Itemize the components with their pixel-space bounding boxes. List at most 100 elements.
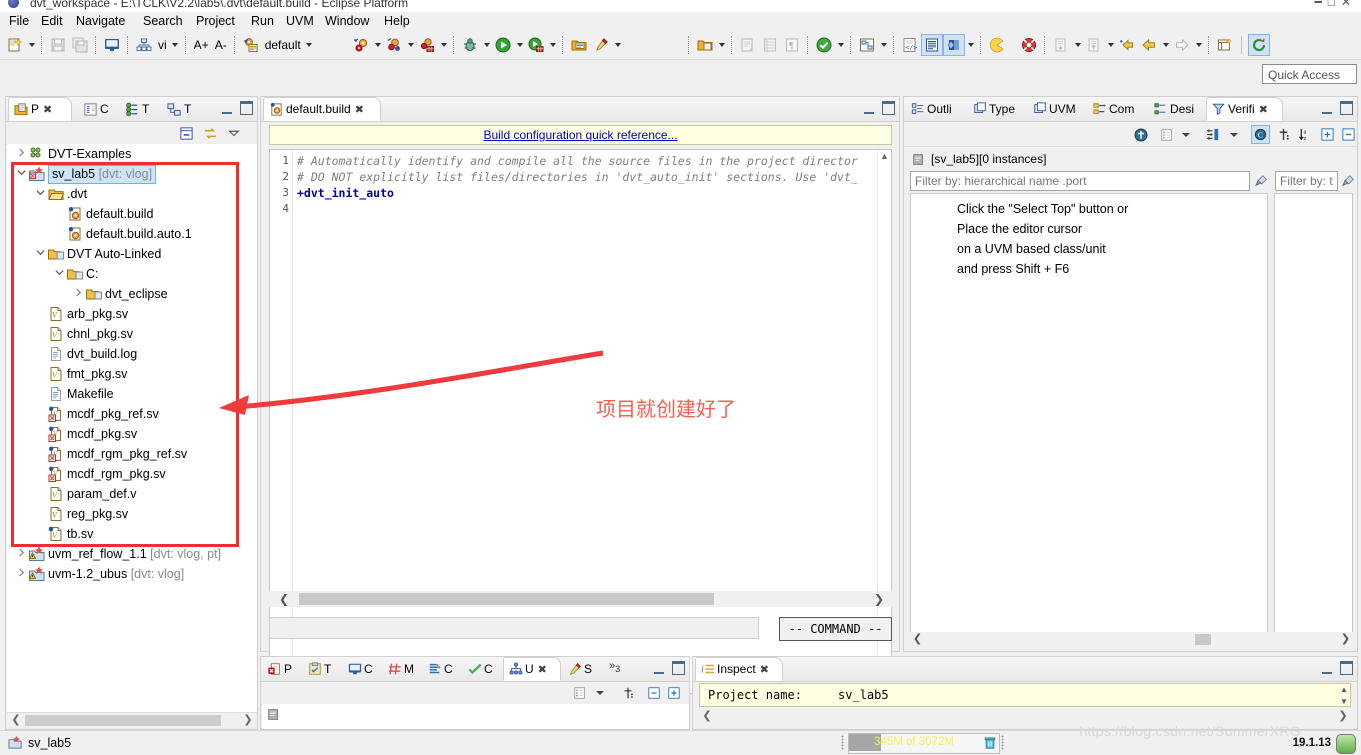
lifebuoy-icon[interactable]: [1018, 34, 1040, 56]
tab-types[interactable]: Type: [968, 98, 1024, 120]
scroll-up-icon[interactable]: ▲: [878, 150, 891, 163]
tree-item[interactable]: Vtb.sv: [7, 524, 257, 544]
debug-dropdown-icon[interactable]: [481, 35, 492, 55]
tab-design[interactable]: Desi: [1149, 98, 1202, 120]
maximize-icon[interactable]: [882, 101, 895, 115]
quick-reference-link[interactable]: Build configuration quick reference...: [483, 128, 677, 142]
build-config-dropdown-icon[interactable]: [304, 35, 315, 55]
build-config-label[interactable]: default: [262, 38, 304, 52]
verification-hierarchy-content[interactable]: Click the "Select Top" button or Place t…: [910, 193, 1268, 633]
minimize-icon[interactable]: [654, 663, 664, 674]
scroll-right-icon[interactable]: ❯: [1338, 632, 1353, 647]
scroll-left-icon[interactable]: ❮: [910, 632, 925, 647]
menu-run[interactable]: Run: [246, 14, 279, 29]
build-dropdown-icon[interactable]: [372, 35, 383, 55]
minimize-icon[interactable]: [1322, 103, 1332, 114]
twisty-collapsed-icon[interactable]: [72, 284, 85, 304]
source-icon[interactable]: </>: [899, 34, 921, 56]
build-config-icon[interactable]: [240, 34, 262, 56]
project-explorer-window-buttons[interactable]: [222, 101, 253, 115]
inspect-content[interactable]: Project name: sv_lab5: [699, 683, 1351, 707]
sort-az-icon[interactable]: az: [1296, 125, 1315, 144]
minimize-icon[interactable]: [1322, 663, 1332, 674]
tree-item[interactable]: Makefile: [7, 384, 257, 404]
diagram-icon[interactable]: [856, 34, 878, 56]
menu-help[interactable]: Help: [379, 14, 415, 29]
tab-tasks[interactable]: T: [303, 658, 341, 680]
rebuild-dropdown-icon[interactable]: [438, 35, 449, 55]
tab-overflow-indicator[interactable]: »3: [609, 660, 620, 674]
menu-search[interactable]: Search: [138, 14, 188, 29]
filter2-input[interactable]: Filter by: t: [1275, 171, 1338, 191]
tree-item[interactable]: Vfmt_pkg.sv: [7, 364, 257, 384]
menu-uvm[interactable]: UVM: [281, 14, 319, 29]
scroll-thumb[interactable]: [1195, 634, 1211, 645]
view-menu-icon[interactable]: [571, 684, 589, 702]
view-menu-icon[interactable]: [225, 124, 243, 142]
tab-verification[interactable]: Verifi ✖: [1206, 97, 1283, 121]
highlight-dropdown-icon[interactable]: [612, 35, 623, 55]
tree-item[interactable]: Vmcdf_pkg_ref.sv: [7, 404, 257, 424]
tree-item[interactable]: sv_lab5 [dvt: vlog]: [7, 164, 257, 184]
twisty-expanded-icon[interactable]: [15, 164, 28, 184]
tab-compile-order[interactable]: C: [423, 658, 461, 680]
heap-status[interactable]: 345M of 3072M: [848, 733, 1000, 754]
project-tree-hscrollbar[interactable]: ❮ ❯: [7, 712, 257, 728]
twisty-expanded-icon[interactable]: [53, 264, 66, 284]
tab-verification-close-icon[interactable]: ✖: [1259, 103, 1268, 116]
refresh-icon[interactable]: [1248, 34, 1270, 56]
hierarchy-icon[interactable]: [133, 34, 155, 56]
tree-item[interactable]: default.build.auto.1: [7, 224, 257, 244]
check-dropdown-icon[interactable]: [835, 35, 846, 55]
vi-mode-status-button[interactable]: -- COMMAND --: [779, 617, 892, 641]
menu-file[interactable]: File: [4, 14, 34, 29]
maximize-icon[interactable]: [240, 101, 253, 115]
tree-item[interactable]: dvt_eclipse: [7, 284, 257, 304]
inspect-vscroll[interactable]: ▲ ▼: [1337, 683, 1351, 707]
inspect-hscrollbar[interactable]: ❮ ❯: [699, 709, 1351, 724]
tab-default-build[interactable]: default.build ✖: [263, 97, 381, 121]
collapse-all-icon[interactable]: [1339, 125, 1358, 144]
minimize-icon[interactable]: [222, 103, 232, 114]
maximize-icon[interactable]: [1340, 101, 1353, 115]
tab-checks[interactable]: C: [463, 658, 501, 680]
new-perspective-icon[interactable]: [1214, 34, 1236, 56]
tab-outline[interactable]: Outli: [906, 98, 964, 120]
forward-dropdown-icon[interactable]: [1193, 35, 1204, 55]
open-type-icon[interactable]: [694, 34, 716, 56]
debug-icon[interactable]: [459, 34, 481, 56]
twisty-collapsed-icon[interactable]: [15, 564, 28, 584]
flat-view-icon[interactable]: [1274, 125, 1293, 144]
build-selected-dropdown-icon[interactable]: [405, 35, 416, 55]
tab-console[interactable]: C: [343, 658, 381, 680]
tree-item[interactable]: Vreg_pkg.sv: [7, 504, 257, 524]
right-view-hscrollbar[interactable]: ❮ ❯: [910, 632, 1353, 647]
tree-item[interactable]: Vparam_def.v: [7, 484, 257, 504]
tree-item[interactable]: Vmcdf_pkg.sv: [7, 424, 257, 444]
tab-compile-order[interactable]: C: [78, 98, 118, 120]
editor-vscrollbar[interactable]: ▲ ▼: [877, 150, 891, 693]
filters-dropdown-icon[interactable]: [1224, 125, 1243, 144]
scroll-left-icon[interactable]: ❮: [8, 713, 24, 728]
tree-item[interactable]: default.build: [7, 204, 257, 224]
layout-dropdown-icon[interactable]: [1176, 125, 1195, 144]
back-icon[interactable]: [1138, 34, 1160, 56]
font-increase-button[interactable]: A+: [191, 38, 212, 52]
scroll-thumb[interactable]: [299, 593, 714, 605]
tree-item[interactable]: DVT Auto-Linked: [7, 244, 257, 264]
layout-menu-icon[interactable]: [1157, 125, 1176, 144]
twisty-expanded-icon[interactable]: [34, 244, 47, 264]
console-icon[interactable]: [101, 34, 123, 56]
tree-item[interactable]: uvm_ref_flow_1.1 [dvt: vlog, pt]: [7, 544, 257, 564]
filters-icon[interactable]: [1204, 125, 1223, 144]
window-controls[interactable]: ━□✕: [1314, 0, 1357, 9]
menu-edit[interactable]: Edit: [36, 14, 68, 29]
tab-type-hierarchy[interactable]: T: [162, 98, 202, 120]
code-editor[interactable]: 1234 ▲ ▼ # Automatically identify and co…: [269, 149, 892, 694]
editor-window-buttons[interactable]: [864, 101, 895, 115]
back-history-icon[interactable]: [1116, 34, 1138, 56]
expand-all-icon[interactable]: [1318, 125, 1337, 144]
tree-item[interactable]: Vchnl_pkg.sv: [7, 324, 257, 344]
tab-uvm[interactable]: UVM: [1028, 98, 1084, 120]
upload-dropdown-icon[interactable]: [1105, 35, 1116, 55]
